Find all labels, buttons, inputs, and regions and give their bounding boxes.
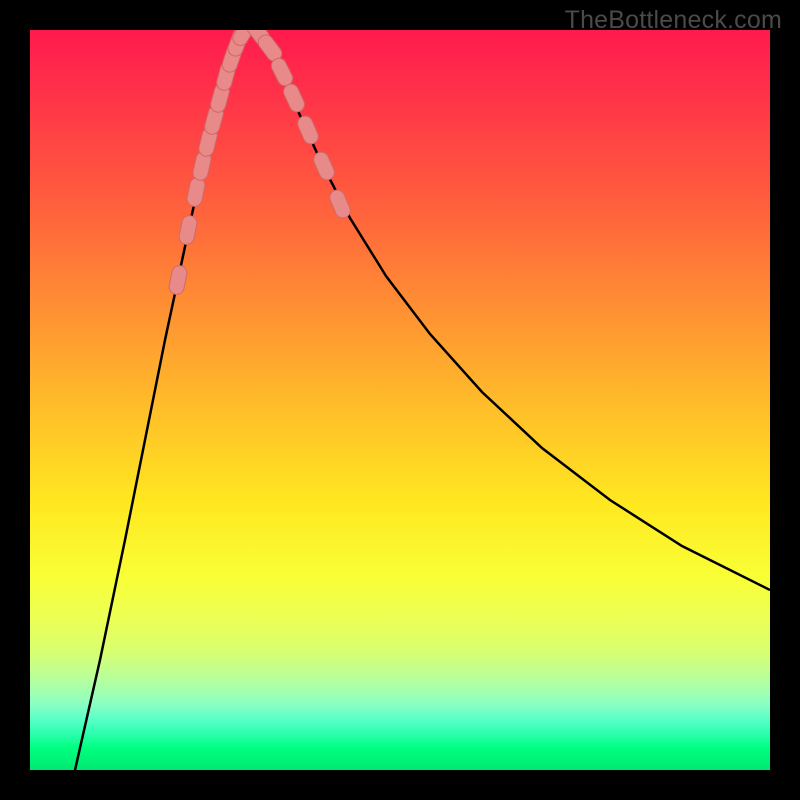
scatter-markers	[177, 30, 343, 287]
bottleneck-chart	[30, 30, 770, 770]
right-curve	[262, 31, 770, 590]
plot-frame	[30, 30, 770, 770]
left-curve	[75, 31, 242, 770]
